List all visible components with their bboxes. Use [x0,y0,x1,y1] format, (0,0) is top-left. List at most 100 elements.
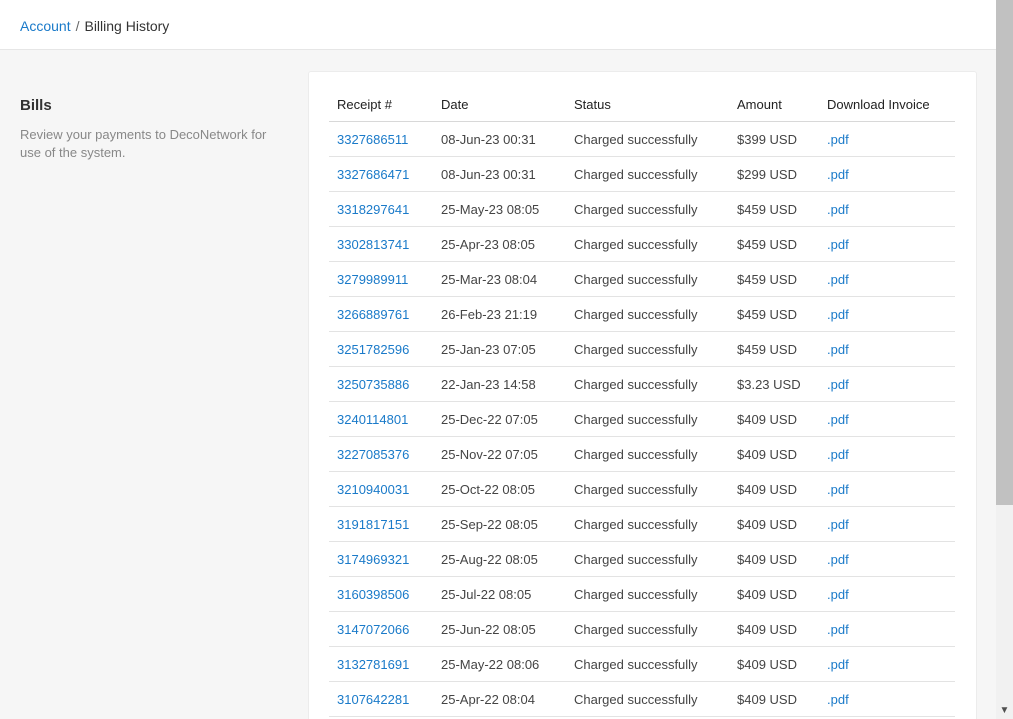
breadcrumb-separator: / [75,18,80,34]
invoice-pdf-link[interactable]: .pdf [819,541,955,577]
bill-amount: $409 USD [729,646,819,682]
bill-date: 25-Jan-23 07:05 [433,331,566,367]
bill-amount: $409 USD [729,681,819,717]
receipt-link[interactable]: 3160398506 [329,576,433,612]
receipt-link[interactable]: 3279989911 [329,261,433,297]
receipt-link[interactable]: 3266889761 [329,296,433,332]
bill-amount: $459 USD [729,226,819,262]
table-row: 3107642281 25-Apr-22 08:04 Charged success… [329,681,955,717]
bill-date: 25-Mar-23 08:04 [433,261,566,297]
receipt-link[interactable]: 3174969321 [329,541,433,577]
invoice-pdf-link[interactable]: .pdf [819,611,955,647]
receipt-link[interactable]: 3147072066 [329,611,433,647]
receipt-link[interactable]: 3318297641 [329,191,433,227]
bill-amount: $409 USD [729,576,819,612]
section-title: Bills [20,97,52,114]
bill-status: Charged successfully [566,121,729,157]
table-row: 3174969321 25-Aug-22 08:05 Charged success… [329,541,955,577]
invoice-pdf-link[interactable]: .pdf [819,506,955,542]
receipt-link[interactable]: 3327686511 [329,121,433,157]
invoice-pdf-link[interactable]: .pdf [819,436,955,472]
invoice-pdf-link[interactable]: .pdf [819,121,955,157]
bill-date: 25-Nov-22 07:05 [433,436,566,472]
invoice-pdf-link[interactable]: .pdf [819,296,955,332]
table-row: 3132781691 25-May-22 08:06 Charged success… [329,646,955,682]
bill-status: Charged successfully [566,156,729,192]
bill-status: Charged successfully [566,191,729,227]
invoice-pdf-link[interactable]: .pdf [819,681,955,717]
bill-amount: $409 USD [729,506,819,542]
bill-amount: $409 USD [729,401,819,437]
table-row: 3327686511 08-Jun-23 00:31 Charged success… [329,121,955,157]
bill-amount: $459 USD [729,296,819,332]
table-row: 3251782596 25-Jan-23 07:05 Charged success… [329,331,955,367]
bill-date: 25-Jul-22 08:05 [433,576,566,612]
invoice-pdf-link[interactable]: .pdf [819,576,955,612]
invoice-pdf-link[interactable]: .pdf [819,261,955,297]
bill-status: Charged successfully [566,471,729,507]
breadcrumb-current: Billing History [84,18,170,34]
table-row: 3327686471 08-Jun-23 00:31 Charged success… [329,156,955,192]
invoice-pdf-link[interactable]: .pdf [819,156,955,192]
bill-date: 25-Apr-22 08:04 [433,681,566,717]
invoice-pdf-link[interactable]: .pdf [819,646,955,682]
receipt-link[interactable]: 3132781691 [329,646,433,682]
invoice-pdf-link[interactable]: .pdf [819,366,955,402]
bill-status: Charged successfully [566,541,729,577]
receipt-link[interactable]: 3327686471 [329,156,433,192]
bill-amount: $459 USD [729,191,819,227]
scrollbar-thumb[interactable] [996,0,1013,505]
bill-amount: $399 USD [729,121,819,157]
table-row: 3279989911 25-Mar-23 08:04 Charged success… [329,261,955,297]
bill-date: 22-Jan-23 14:58 [433,366,566,402]
bill-status: Charged successfully [566,506,729,542]
bill-status: Charged successfully [566,401,729,437]
bill-date: 08-Jun-23 00:31 [433,121,566,157]
receipt-link[interactable]: 3302813741 [329,226,433,262]
vertical-scrollbar[interactable]: ▼ [996,0,1013,719]
header-status: Status [566,87,729,122]
bill-amount: $409 USD [729,541,819,577]
chevron-down-icon[interactable]: ▼ [996,702,1013,719]
bill-status: Charged successfully [566,681,729,717]
top-bar: Account / Billing History [0,0,996,50]
bill-amount: $409 USD [729,471,819,507]
header-date: Date [433,87,566,122]
receipt-link[interactable]: 3240114801 [329,401,433,437]
receipt-link[interactable]: 3251782596 [329,331,433,367]
table-header-row: Receipt # Date Status Amount Download In… [329,87,955,122]
bill-date: 25-Sep-22 08:05 [433,506,566,542]
bill-amount: $3.23 USD [729,366,819,402]
invoice-pdf-link[interactable]: .pdf [819,191,955,227]
header-amount: Amount [729,87,819,122]
table-row: 3227085376 25-Nov-22 07:05 Charged success… [329,436,955,472]
bill-date: 25-May-23 08:05 [433,191,566,227]
bill-date: 25-Dec-22 07:05 [433,401,566,437]
bill-status: Charged successfully [566,261,729,297]
invoice-pdf-link[interactable]: .pdf [819,331,955,367]
bill-amount: $299 USD [729,156,819,192]
receipt-link[interactable]: 3191817151 [329,506,433,542]
receipt-link[interactable]: 3250735886 [329,366,433,402]
breadcrumb-account-link[interactable]: Account [20,18,71,34]
header-receipt: Receipt # [329,87,433,122]
bill-status: Charged successfully [566,611,729,647]
invoice-pdf-link[interactable]: .pdf [819,471,955,507]
bill-status: Charged successfully [566,646,729,682]
invoice-pdf-link[interactable]: .pdf [819,401,955,437]
bills-table-body: 3327686511 08-Jun-23 00:31 Charged success… [329,121,955,717]
bill-amount: $409 USD [729,436,819,472]
breadcrumb: Account / Billing History [20,17,169,35]
invoice-pdf-link[interactable]: .pdf [819,226,955,262]
receipt-link[interactable]: 3107642281 [329,681,433,717]
bill-status: Charged successfully [566,366,729,402]
bill-status: Charged successfully [566,331,729,367]
bill-amount: $409 USD [729,611,819,647]
table-row: 3318297641 25-May-23 08:05 Charged success… [329,191,955,227]
bill-amount: $459 USD [729,331,819,367]
bill-date: 25-Jun-22 08:05 [433,611,566,647]
table-row: 3160398506 25-Jul-22 08:05 Charged success… [329,576,955,612]
receipt-link[interactable]: 3210940031 [329,471,433,507]
receipt-link[interactable]: 3227085376 [329,436,433,472]
table-row: 3240114801 25-Dec-22 07:05 Charged success… [329,401,955,437]
